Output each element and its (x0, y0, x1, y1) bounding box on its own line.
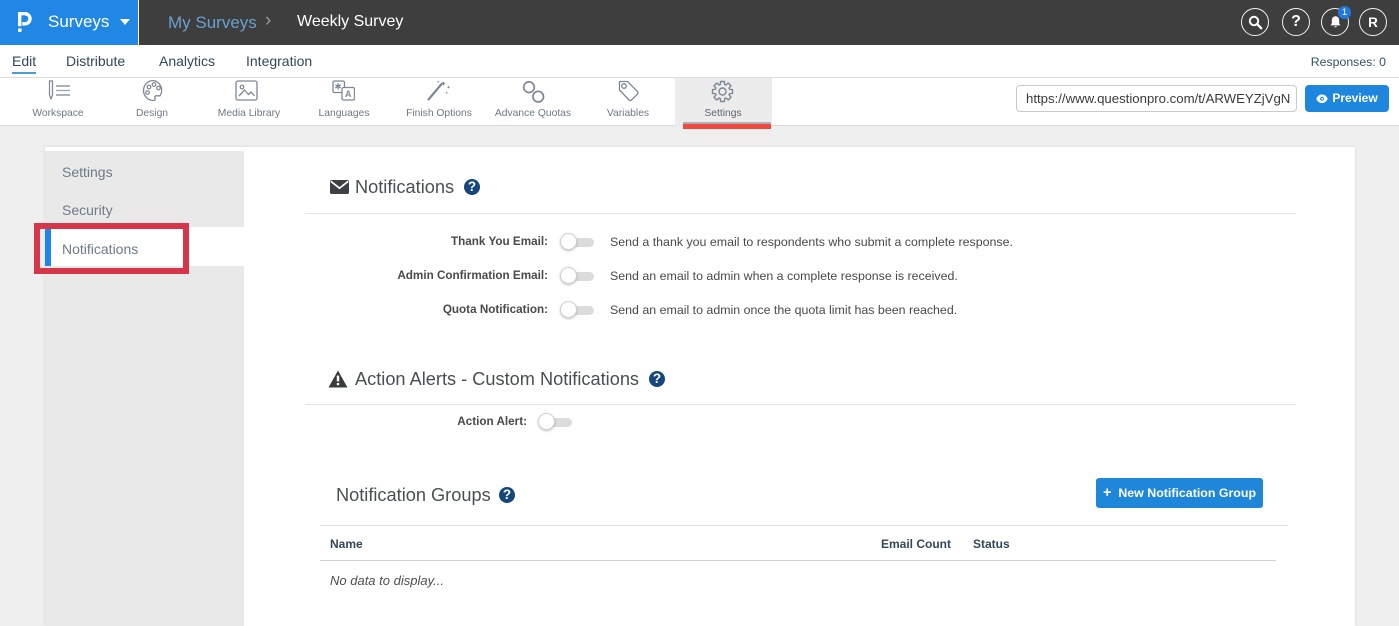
svg-text:A: A (345, 89, 352, 99)
svg-text:✱: ✱ (334, 82, 341, 92)
